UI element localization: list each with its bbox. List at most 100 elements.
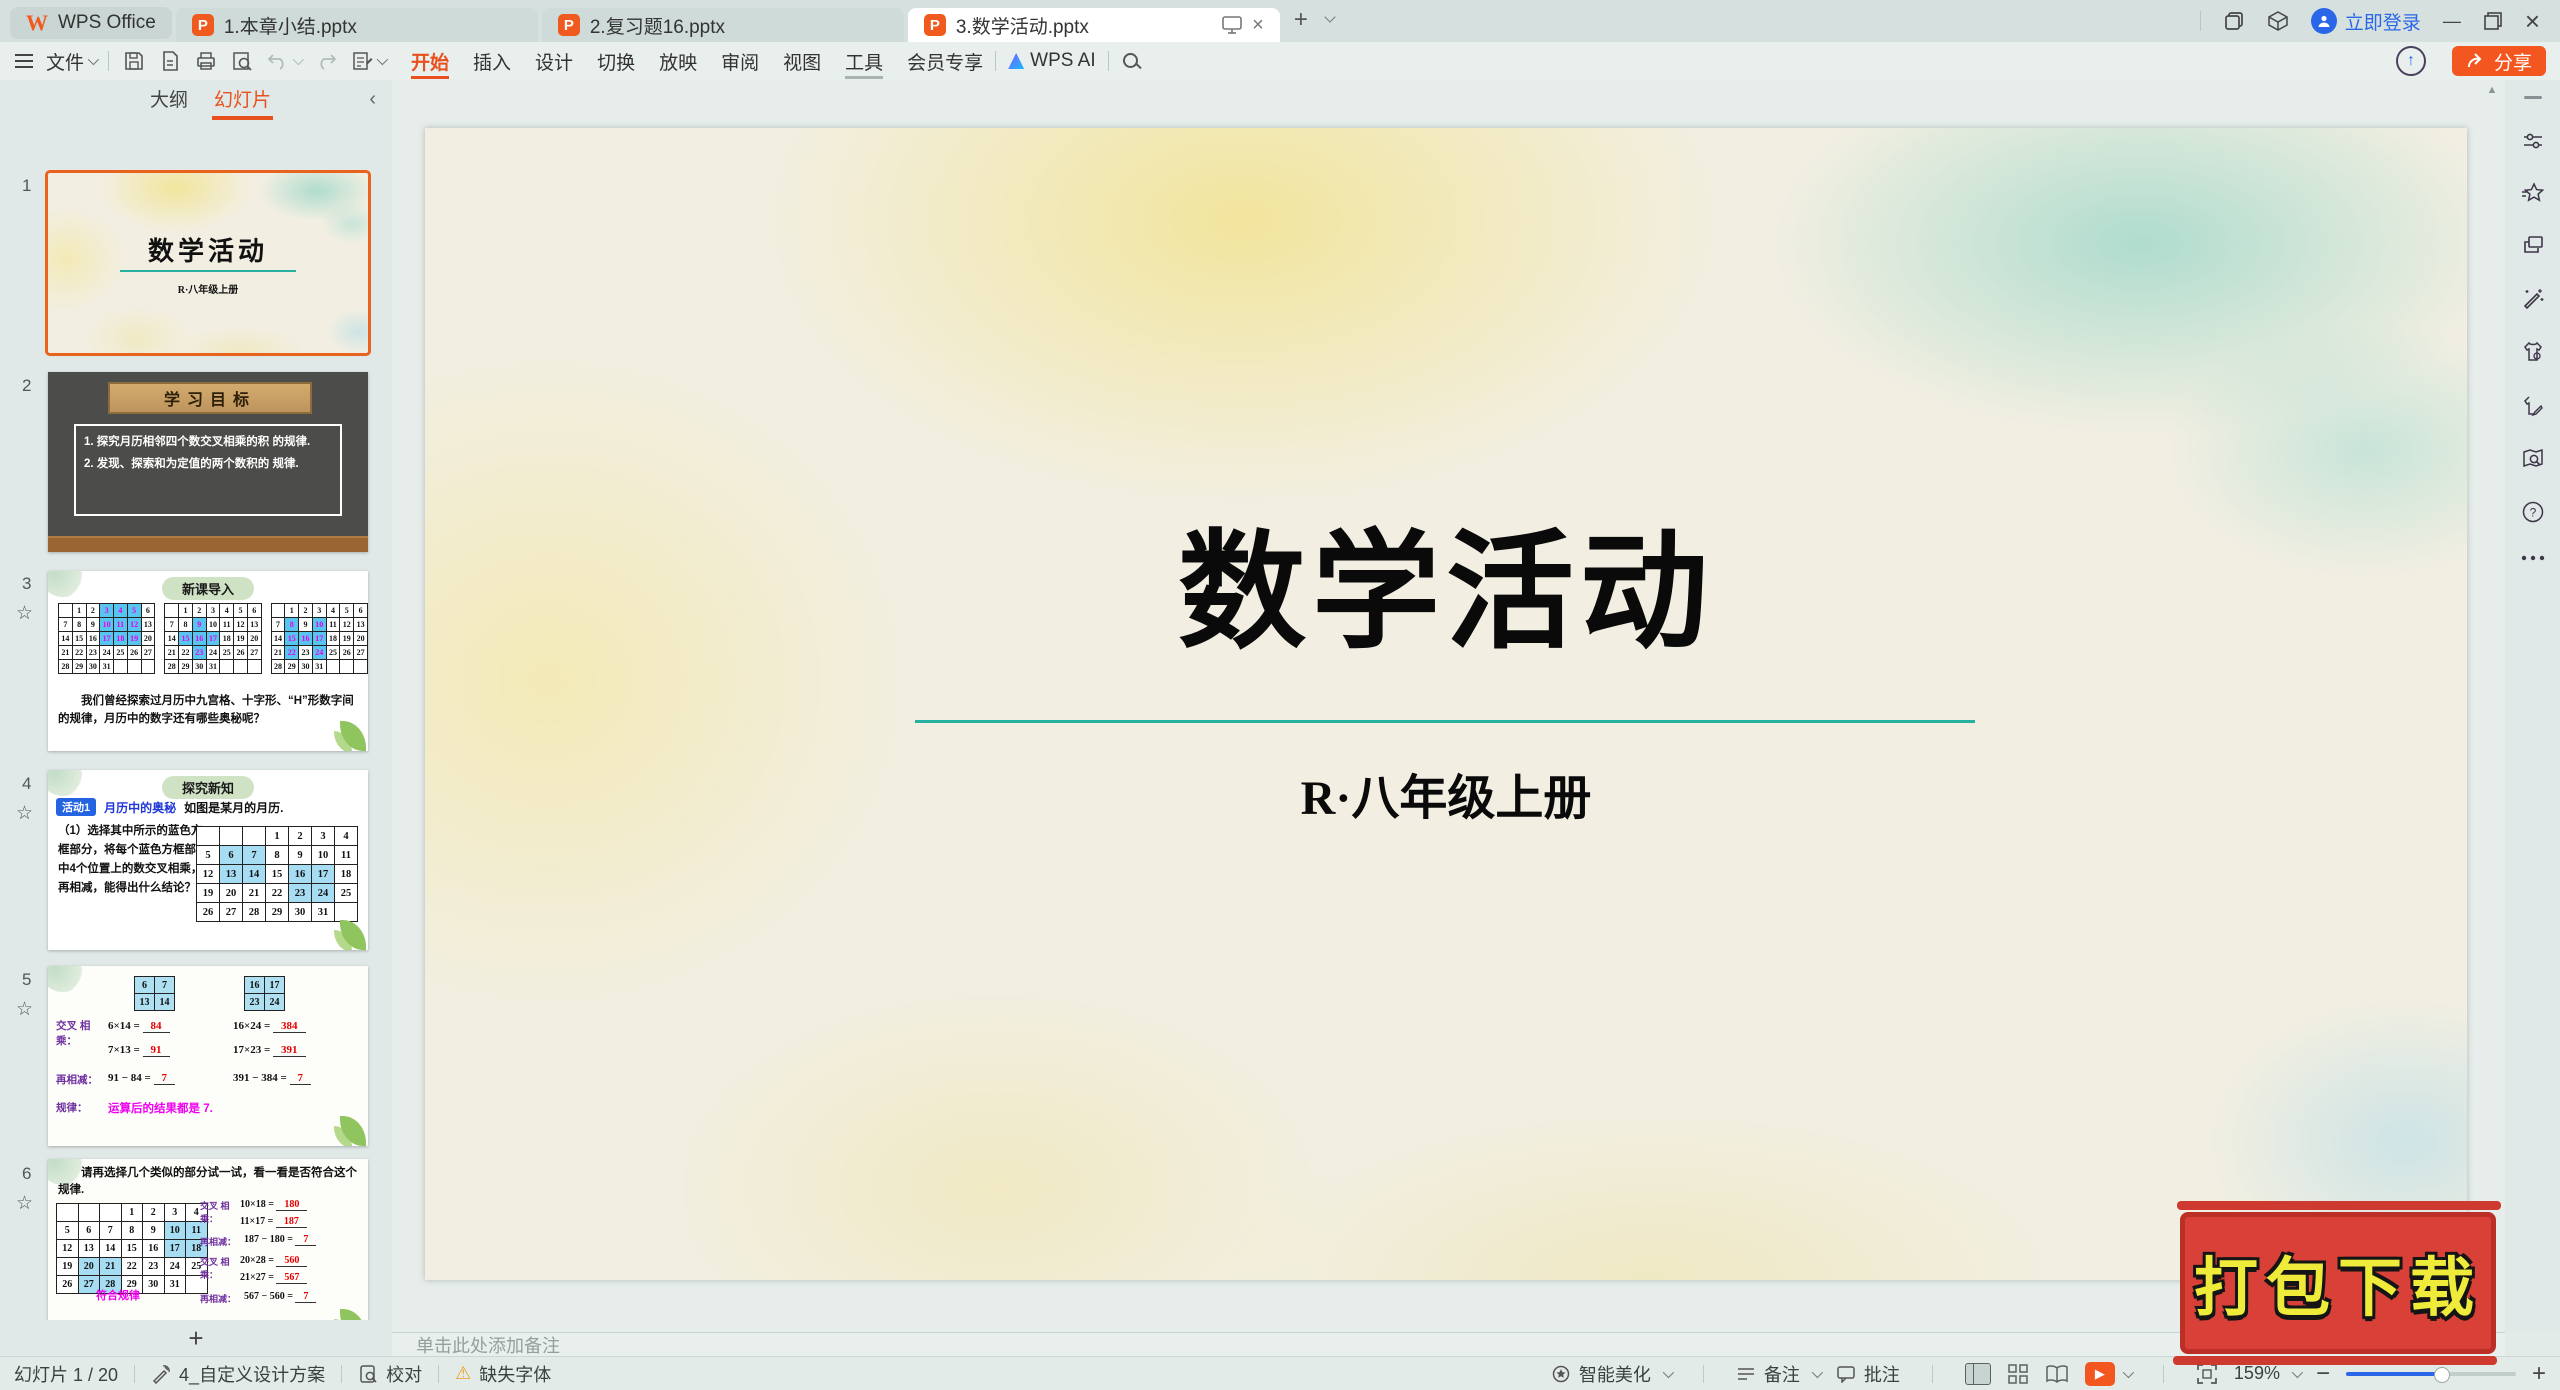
goal-banner: 学习目标 xyxy=(108,382,312,414)
answer: 7 xyxy=(295,1234,316,1246)
missing-font-warning[interactable]: ⚠ 缺失字体 xyxy=(455,1361,551,1387)
chevron-down-icon xyxy=(88,54,99,65)
comments-button[interactable]: 批注 xyxy=(1836,1361,1900,1387)
slide-thumbnail-3[interactable]: 新课导入 12345678910111213141516171819202122… xyxy=(48,571,368,751)
slide-counter: 幻灯片 1 / 20 xyxy=(14,1361,118,1387)
activity-badge: 活动1 xyxy=(56,798,96,816)
upload-cloud-icon[interactable]: ↑ xyxy=(2396,46,2426,76)
fit-slide-icon[interactable] xyxy=(2196,1363,2218,1385)
undo-button[interactable] xyxy=(267,51,301,71)
slide-thumbnail-6[interactable]: 请再选择几个类似的部分试一试，看一看是否符合这个规律. 123456789101… xyxy=(48,1159,368,1339)
tab-home[interactable]: 开始 xyxy=(399,42,461,80)
one-key-beautify-icon[interactable] xyxy=(2521,286,2545,310)
mini-grid: 16172324 xyxy=(244,976,285,1011)
tab-title: 1.本章小结.pptx xyxy=(224,12,522,39)
minimize-window-icon[interactable]: — xyxy=(2443,11,2461,32)
collapse-panel-icon[interactable]: ‹ xyxy=(369,88,376,111)
slide-thumbnail-1[interactable]: 数学活动 R·八年级上册 xyxy=(48,173,368,353)
tab-transition[interactable]: 切换 xyxy=(585,42,647,80)
more-options-icon[interactable] xyxy=(2520,554,2546,562)
format-painter-button[interactable] xyxy=(351,50,385,72)
equation: 91 − 84 = xyxy=(108,1072,151,1084)
right-tool-sidebar: ? xyxy=(2505,80,2560,1332)
proofread-button[interactable]: 校对 xyxy=(358,1361,422,1387)
tab-list-dropdown-icon[interactable] xyxy=(1324,11,1335,22)
zoom-level[interactable]: 159% xyxy=(2234,1363,2300,1384)
slide-objects-icon[interactable] xyxy=(2521,234,2545,256)
object-properties-icon[interactable] xyxy=(2522,130,2544,152)
divider xyxy=(2200,11,2201,31)
favorite-star-icon[interactable]: ☆ xyxy=(16,802,33,825)
help-icon[interactable]: ? xyxy=(2521,500,2545,524)
equation: 391 − 384 = xyxy=(233,1072,287,1084)
hamburger-menu-icon[interactable] xyxy=(14,53,34,69)
switch-window-icon[interactable] xyxy=(2223,10,2245,32)
slide-thumbnail-2[interactable]: 学习目标 1. 探究月历相邻四个数交叉相乘的积 的规律. 2. 发现、探索和为定… xyxy=(48,372,368,552)
print-icon[interactable] xyxy=(195,50,217,72)
slide-title[interactable]: 数学活动 xyxy=(425,488,2467,673)
slide-thumbnail-4[interactable]: 探究新知 活动1 月历中的奥秘 如图是某月的月历. （1）选择其中所示的蓝色方框… xyxy=(48,770,368,950)
signature-pen-icon[interactable] xyxy=(2521,394,2545,418)
favorite-star-icon[interactable]: ☆ xyxy=(16,998,33,1021)
zoom-in-button[interactable]: + xyxy=(2532,1360,2546,1388)
search-button[interactable] xyxy=(1109,42,1153,80)
main-slide[interactable]: 数学活动 R·八年级上册 xyxy=(425,128,2467,1280)
favorite-star-icon[interactable]: ☆ xyxy=(16,602,33,625)
document-tab-2[interactable]: P 2.复习题16.pptx xyxy=(542,8,904,42)
print-preview-icon[interactable] xyxy=(231,50,253,72)
tab-slideshow[interactable]: 放映 xyxy=(647,42,709,80)
close-tab-icon[interactable]: × xyxy=(1252,14,1264,37)
reading-view-button[interactable] xyxy=(2045,1364,2069,1384)
answer: 560 xyxy=(276,1255,307,1267)
zoom-slider[interactable] xyxy=(2346,1372,2516,1376)
wps-ai-button[interactable]: WPS AI xyxy=(996,42,1107,80)
restore-window-icon[interactable] xyxy=(2483,11,2503,31)
tab-member[interactable]: 会员专享 xyxy=(895,42,995,80)
tab-insert[interactable]: 插入 xyxy=(461,42,523,80)
tab-design[interactable]: 设计 xyxy=(523,42,585,80)
star-effects-icon[interactable] xyxy=(2521,182,2545,204)
slide-sorter-view-button[interactable] xyxy=(2007,1363,2029,1385)
login-entry[interactable]: 立即登录 xyxy=(2311,8,2421,35)
add-slide-button[interactable]: + xyxy=(0,1320,392,1356)
enter-presentation-icon[interactable] xyxy=(1222,16,1242,34)
zoom-slider-handle[interactable] xyxy=(2434,1367,2450,1383)
scroll-up-icon[interactable]: ▲ xyxy=(2485,84,2499,96)
slide-subtitle[interactable]: R·八年级上册 xyxy=(425,758,2467,828)
notes-button[interactable]: 备注 xyxy=(1736,1361,1820,1387)
favorite-star-icon[interactable]: ☆ xyxy=(16,1192,33,1215)
design-scheme-button[interactable]: 4_自定义设计方案 xyxy=(151,1361,325,1387)
play-slideshow-button[interactable]: ▶ xyxy=(2085,1362,2131,1386)
slide-number: 1 xyxy=(22,176,31,196)
equation: 10×18 = xyxy=(240,1199,274,1210)
smart-beautify-button[interactable]: 智能美化 xyxy=(1551,1361,1671,1387)
app-box-icon[interactable] xyxy=(2267,10,2289,32)
redo-icon[interactable] xyxy=(315,51,337,71)
slide-thumbnail-5[interactable]: 671314 16172324 交叉 相乘： 6×14 = 84 16×24 =… xyxy=(48,966,368,1146)
tab-view[interactable]: 视图 xyxy=(771,42,833,80)
warning-icon: ⚠ xyxy=(455,1363,471,1384)
new-tab-button[interactable]: + xyxy=(1294,6,1308,34)
wps-home-tab[interactable]: W WPS Office xyxy=(10,7,172,39)
wps-home-label: WPS Office xyxy=(58,12,156,34)
save-icon[interactable] xyxy=(123,50,145,72)
collapse-sidebar-icon[interactable] xyxy=(2524,94,2542,100)
export-pdf-icon[interactable] xyxy=(159,50,181,72)
normal-view-button[interactable] xyxy=(1965,1363,1991,1385)
document-tab-1[interactable]: P 1.本章小结.pptx xyxy=(176,8,538,42)
mini-grid: 671314 xyxy=(134,976,175,1011)
design-clothes-icon[interactable] xyxy=(2521,340,2545,364)
find-replace-icon[interactable] xyxy=(2521,448,2545,470)
panel-tab-slides[interactable]: 幻灯片 xyxy=(214,85,271,116)
close-window-icon[interactable]: × xyxy=(2525,6,2540,37)
mini-calendar: 1234567891011121314151617181920212223242… xyxy=(58,603,155,674)
download-stamp: 打包下载 xyxy=(2180,1212,2496,1354)
vertical-scrollbar[interactable]: ▲ ▲ ▼ xyxy=(2485,84,2499,1328)
panel-tab-outline[interactable]: 大纲 xyxy=(150,85,188,116)
tab-review[interactable]: 审阅 xyxy=(709,42,771,80)
tab-title: 2.复习题16.pptx xyxy=(590,12,888,39)
file-menu[interactable]: 文件 xyxy=(34,42,108,80)
tab-tools[interactable]: 工具 xyxy=(833,42,895,80)
share-button[interactable]: 分享 xyxy=(2452,46,2546,76)
document-tab-3-active[interactable]: P 3.数学活动.pptx × xyxy=(908,8,1280,42)
